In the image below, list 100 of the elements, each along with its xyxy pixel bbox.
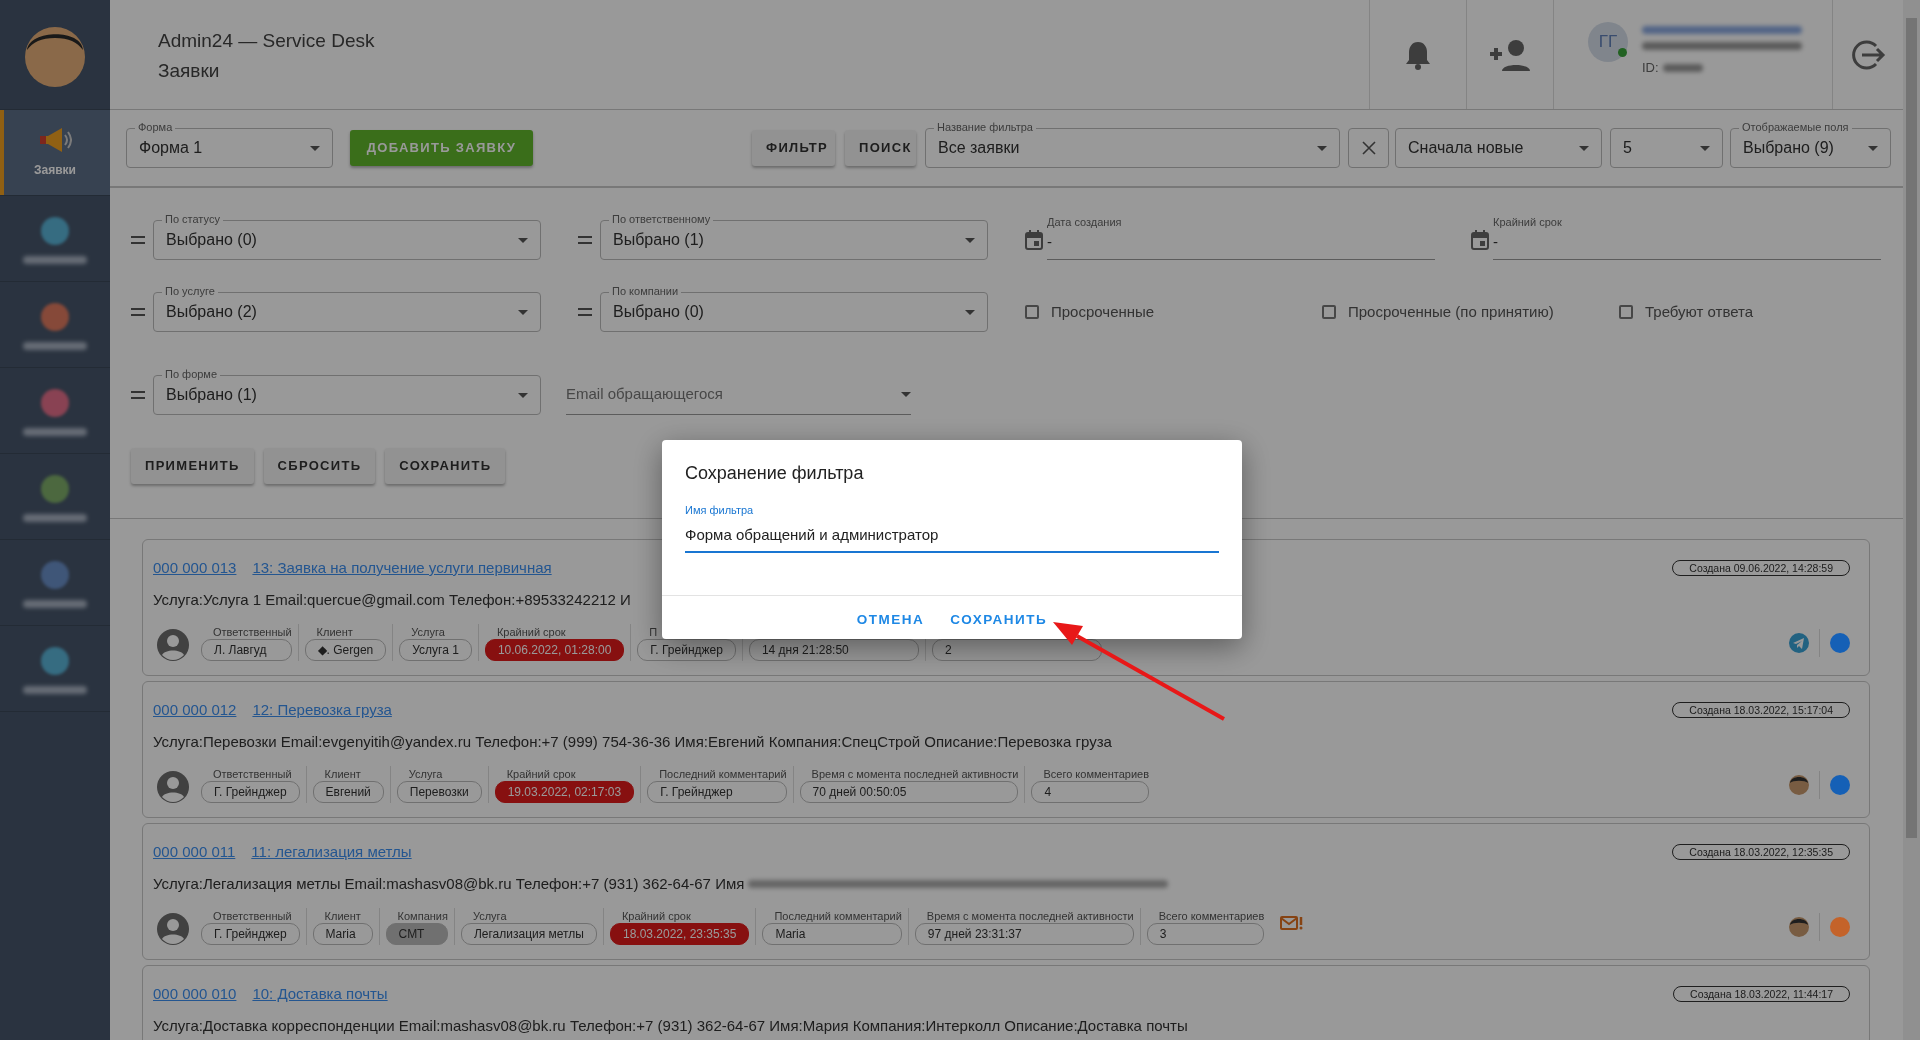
blurred-text bbox=[23, 685, 87, 694]
checkbox[interactable] bbox=[1619, 305, 1633, 319]
user-avatar-icon bbox=[157, 913, 189, 945]
field-value: ◆. Gergen bbox=[304, 639, 387, 661]
blurred-text bbox=[23, 513, 87, 522]
field-label: Имя фильтра bbox=[685, 503, 754, 518]
caret-icon bbox=[518, 237, 528, 243]
field-label: Время с момента последней активности bbox=[810, 767, 1019, 781]
equals-icon[interactable] bbox=[131, 235, 145, 245]
caret-icon bbox=[518, 392, 528, 398]
field-label: Крайний срок bbox=[620, 909, 692, 923]
date-field[interactable]: - bbox=[1047, 230, 1435, 253]
caret-icon bbox=[965, 309, 975, 315]
caret-icon bbox=[1317, 145, 1327, 151]
caret-icon bbox=[965, 237, 975, 243]
field-value: Услуга 1 bbox=[399, 639, 472, 661]
field-value: 70 дней 00:50:05 bbox=[799, 781, 1019, 803]
field-value: Г. Грейнджер bbox=[201, 923, 300, 945]
ticket-number-link[interactable]: 000 000 010 bbox=[153, 983, 237, 1006]
date-field[interactable]: - bbox=[1493, 230, 1881, 253]
cancel-button[interactable]: ОТМЕНА bbox=[848, 609, 933, 630]
field-value: Евгений bbox=[312, 781, 384, 803]
user-id-label: ID: bbox=[1642, 59, 1659, 77]
field-label: Всего комментариев bbox=[1157, 909, 1265, 923]
telegram-icon bbox=[1789, 632, 1809, 653]
field-value: Перевозки bbox=[396, 781, 482, 803]
megaphone-icon bbox=[38, 126, 72, 153]
clear-button[interactable] bbox=[1348, 128, 1389, 168]
field-label: Отображаемые поля bbox=[1739, 120, 1852, 134]
field-label: Всего комментариев bbox=[1042, 767, 1149, 781]
ticket-title-link[interactable]: 13: Заявка на получение услуги первичная bbox=[252, 557, 552, 580]
field-value: 97 дней 23:31:37 bbox=[914, 923, 1134, 945]
field-label: Клиент bbox=[323, 767, 362, 781]
equals-icon[interactable] bbox=[131, 390, 145, 400]
field-label: Крайний срок bbox=[495, 625, 567, 639]
close-icon bbox=[1361, 141, 1376, 155]
user-avatar-icon bbox=[1789, 774, 1809, 795]
caret-icon bbox=[310, 145, 320, 151]
ticket-number-link[interactable]: 000 000 013 bbox=[153, 557, 237, 580]
app-title: Admin24 — Service Desk bbox=[158, 29, 376, 53]
calendar-icon[interactable] bbox=[1471, 230, 1489, 250]
field-label: По статусу bbox=[162, 212, 223, 226]
field-label: Ответственный bbox=[212, 767, 293, 781]
field-value: Г. Грейнджер bbox=[201, 781, 300, 803]
add-user-icon[interactable] bbox=[1488, 38, 1532, 71]
field-value: Maria bbox=[762, 923, 902, 945]
checkbox[interactable] bbox=[1322, 305, 1336, 319]
blurred-text bbox=[23, 427, 87, 436]
field-value: Легализация метлы bbox=[460, 923, 597, 945]
field-label: Клиент bbox=[323, 909, 362, 923]
field-label: Время с момента последней активности bbox=[925, 909, 1134, 923]
calendar-icon[interactable] bbox=[1025, 230, 1043, 250]
caret-icon bbox=[1868, 145, 1878, 151]
date-label: Крайний срок bbox=[1493, 215, 1563, 230]
field-label: П bbox=[648, 625, 659, 639]
field-value: 4 bbox=[1031, 781, 1149, 803]
equals-icon[interactable] bbox=[131, 307, 145, 317]
bell-icon[interactable] bbox=[1405, 39, 1431, 70]
field-value: Maria bbox=[312, 923, 373, 945]
field-label: Услуга bbox=[407, 767, 444, 781]
save-button[interactable]: СОХРАНИТЬ bbox=[942, 609, 1056, 630]
blurred-text bbox=[23, 599, 87, 608]
field-label: Ответственный bbox=[212, 625, 292, 639]
search-button[interactable]: ПОИСК bbox=[845, 130, 916, 166]
caret-icon bbox=[901, 392, 911, 397]
field-label: Название фильтра bbox=[934, 120, 1036, 134]
panel-button[interactable]: СБРОСИТЬ bbox=[263, 448, 376, 484]
equals-icon[interactable] bbox=[578, 307, 592, 317]
dropdown[interactable]: 5 bbox=[1610, 128, 1723, 168]
scrollbar-thumb[interactable] bbox=[1906, 18, 1917, 838]
field-label: Крайний срок bbox=[505, 767, 577, 781]
dropdown[interactable]: Сначала новые bbox=[1395, 128, 1602, 168]
ticket-number-link[interactable]: 000 000 011 bbox=[153, 841, 236, 864]
field-label: Услуга bbox=[410, 625, 446, 639]
checkbox-label: Просроченные (по принятию) bbox=[1348, 301, 1554, 322]
blurred-text bbox=[23, 255, 87, 264]
ticket-number-link[interactable]: 000 000 012 bbox=[153, 699, 237, 722]
field-label: Клиент bbox=[315, 625, 354, 639]
ticket-description: Услуга:Услуга 1 Email:quercue@gmail.com Телефон:+89533242212 И bbox=[153, 589, 631, 610]
checkbox[interactable] bbox=[1025, 305, 1039, 319]
field-label: По ответственному bbox=[609, 212, 714, 226]
deadline-badge: 10.06.2022, 01:28:00 bbox=[484, 639, 625, 661]
deadline-badge: 19.03.2022, 02:17:03 bbox=[494, 781, 635, 803]
page-title: Заявки bbox=[158, 59, 221, 83]
field-label: Компания bbox=[396, 909, 448, 923]
filter-button[interactable]: ФИЛЬТР bbox=[752, 130, 835, 166]
panel-button[interactable]: ПРИМЕНИТЬ bbox=[131, 448, 254, 484]
filter-name-input[interactable]: Форма обращений и администратор bbox=[685, 522, 1219, 553]
caret-icon bbox=[518, 309, 528, 315]
checkbox-label: Просроченные bbox=[1051, 301, 1155, 322]
sidebar-item[interactable]: Заявки bbox=[0, 110, 110, 196]
blurred-text bbox=[1662, 63, 1703, 72]
field-label: По услуге bbox=[162, 284, 218, 298]
equals-icon[interactable] bbox=[578, 235, 592, 245]
ticket-description: Услуга:Доставка корреспонденции Email:mashasv08@bk.ru Телефон:+7 (931) 362-64-67 Имя:Мария Компания:Интерколл Описание:Доставка почты bbox=[153, 1015, 1188, 1036]
panel-button[interactable]: СОХРАНИТЬ bbox=[385, 448, 506, 484]
user-avatar-icon bbox=[157, 629, 189, 661]
email-dropdown[interactable]: Email обращающегося bbox=[566, 375, 911, 415]
field-value: 3 bbox=[1146, 923, 1265, 945]
date-label: Дата создания bbox=[1047, 215, 1123, 230]
